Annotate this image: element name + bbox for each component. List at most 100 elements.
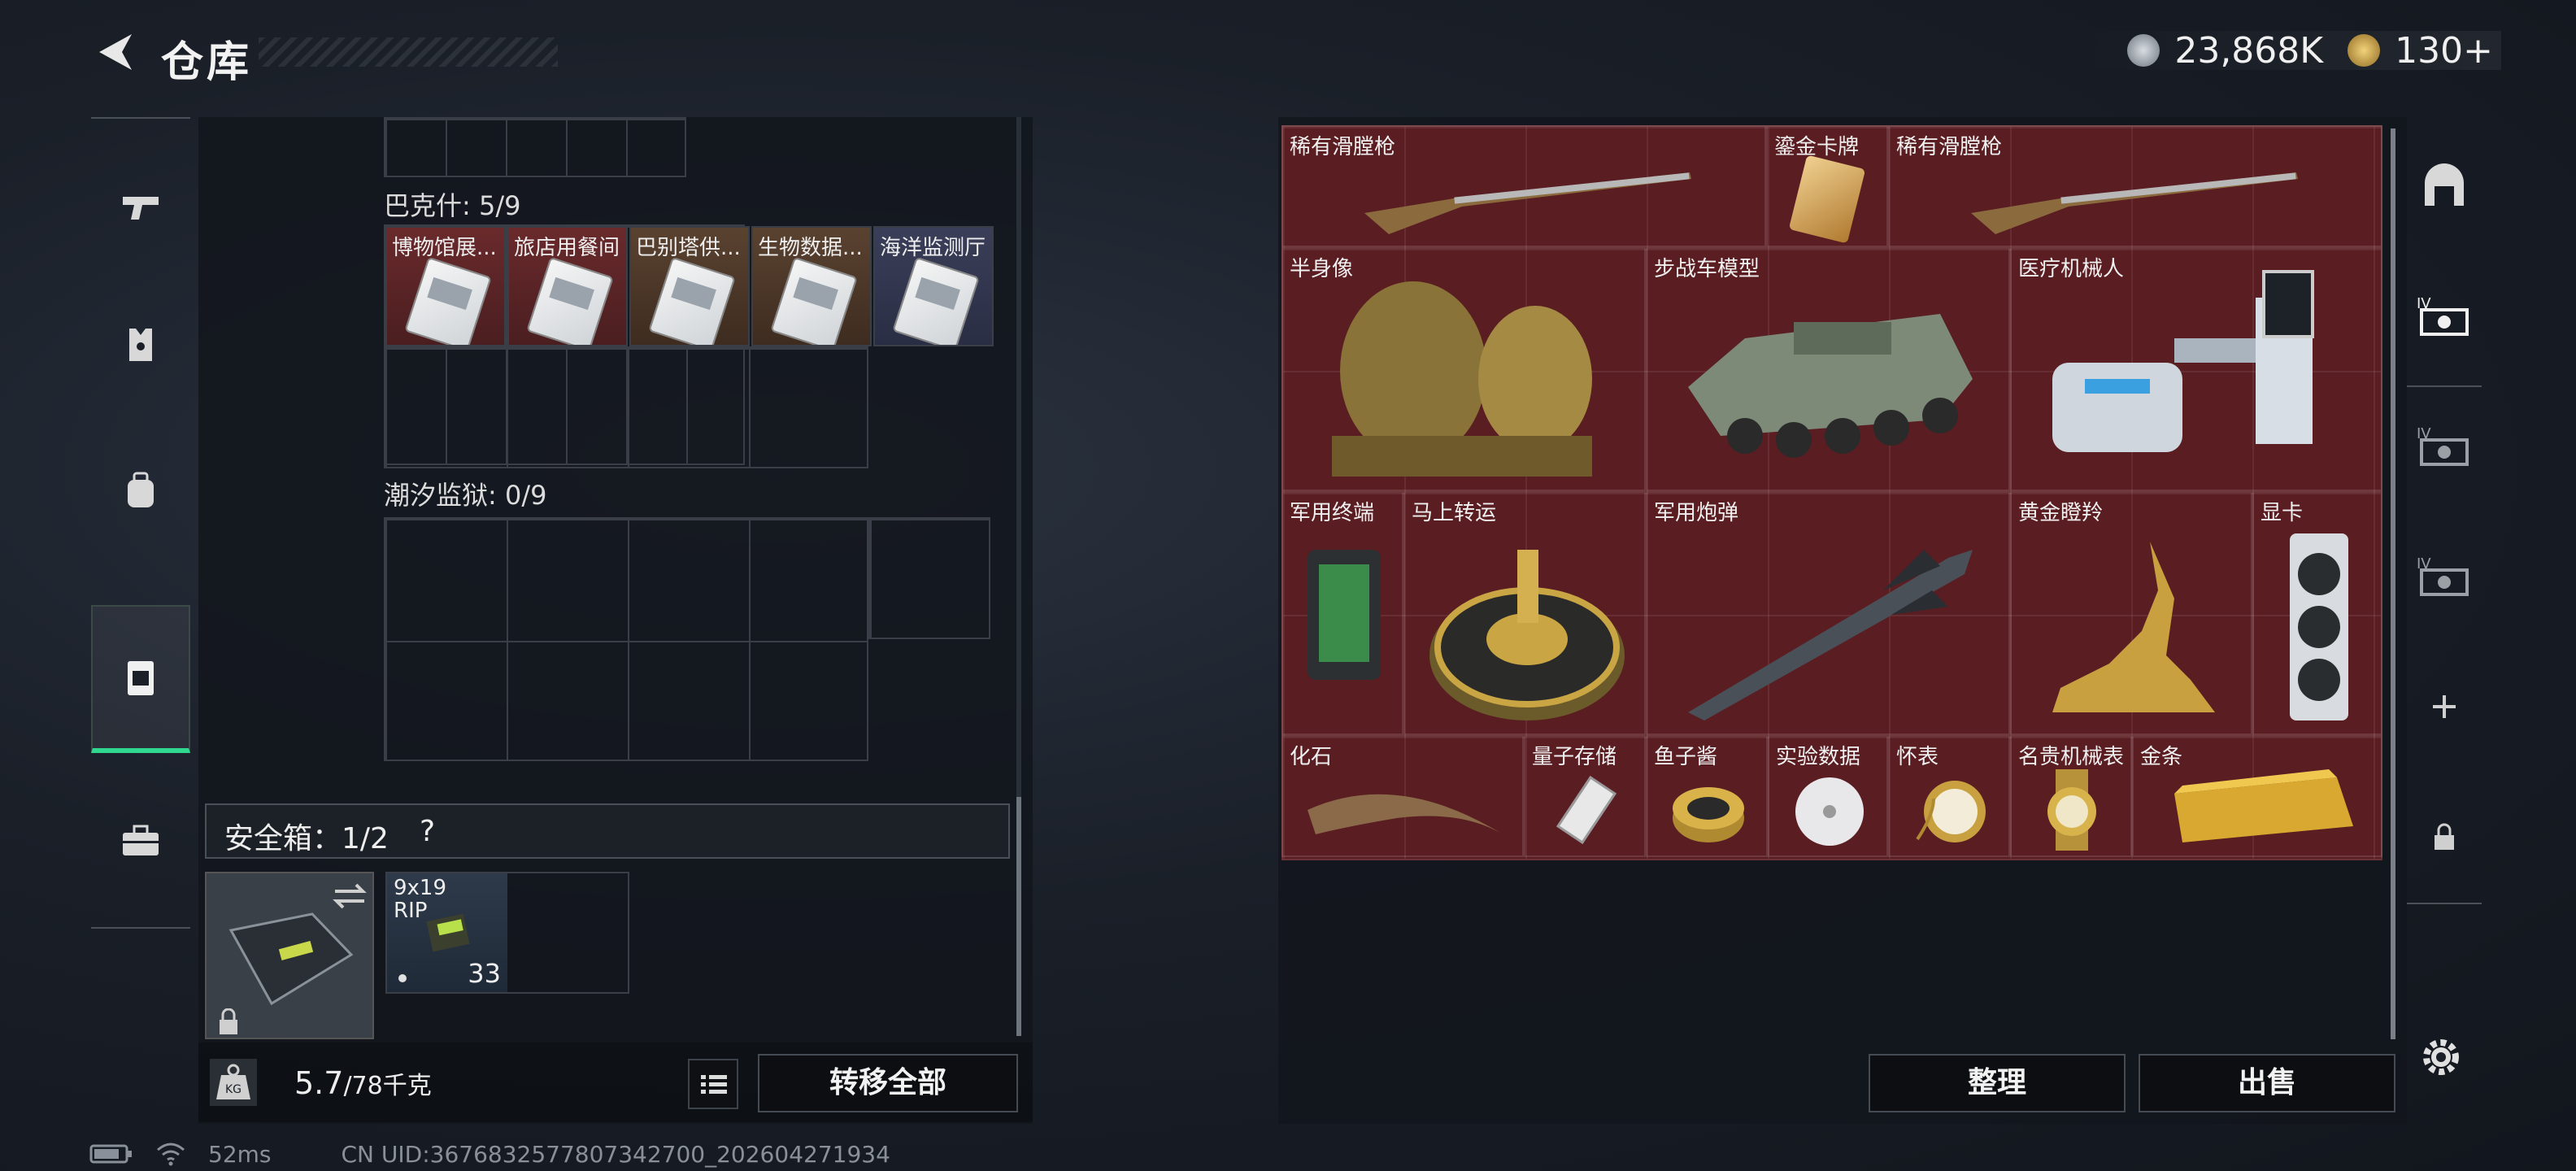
svg-text:KG: KG (225, 1083, 242, 1096)
stash-item-military-shell[interactable]: 军用炮弹 (1646, 491, 2010, 735)
weight-icon: KG (210, 1059, 257, 1106)
safe-box-grid: 9x19 RIP 33 (385, 872, 629, 994)
item-label: 生物数据... (758, 236, 863, 260)
wifi-icon (157, 1143, 185, 1166)
stash-item-military-terminal[interactable]: 军用终端 (1281, 491, 1403, 735)
keycard-icon (648, 256, 736, 345)
section-grid-tidal-prison (384, 517, 868, 761)
stash-item-ifv-model[interactable]: 步战车模型 (1646, 247, 2010, 491)
stash-item-quantum-storage[interactable]: 量子存储 (1524, 735, 1646, 857)
back-arrow-icon[interactable] (91, 29, 140, 75)
keycard-icon (892, 256, 980, 345)
keycard-icon (770, 256, 858, 345)
wristwatch-icon (2047, 769, 2096, 851)
stash-item-musket[interactable]: 稀有滑膛枪 (1888, 125, 2382, 247)
stash-item-gold-card[interactable]: 鎏金卡牌 (1766, 125, 1888, 247)
section-grid-bakshi-empty (384, 346, 868, 468)
list-view-button[interactable] (688, 1059, 738, 1109)
tab-stash-4[interactable]: IV (2407, 255, 2482, 377)
gear-icon[interactable] (2418, 1034, 2464, 1080)
currency-a-value: 23,868K (2174, 29, 2324, 72)
item-card[interactable]: 旅店用餐间 (507, 226, 628, 346)
missile-icon (1688, 550, 1973, 720)
medical-robot-icon (2052, 270, 2314, 452)
sell-button[interactable]: 出售 (2139, 1054, 2395, 1112)
nav-toolbox[interactable] (91, 768, 190, 914)
sort-button[interactable]: 整理 (1869, 1054, 2126, 1112)
item-label: 鱼子酱 (1654, 745, 1718, 769)
stash-item-gold-bar[interactable]: 金条 (2132, 735, 2382, 857)
stash-item-graphics-card[interactable]: 显卡 (2252, 491, 2382, 735)
nav-weapon[interactable] (91, 133, 190, 280)
item-label: 军用终端 (1290, 501, 1375, 525)
stash-tier-icon: IV (2417, 295, 2469, 336)
add-stash-button[interactable] (2407, 646, 2482, 768)
keycard-icon (404, 256, 492, 345)
stash-item-fossil[interactable]: 化石 (1281, 735, 1524, 857)
vest-icon (129, 329, 152, 361)
fortune-disc-icon (1429, 550, 1625, 720)
item-label: 巴别塔供... (636, 236, 741, 260)
ping-value: 52ms (208, 1140, 272, 1168)
stash-item-experiment-data[interactable]: 实验数据 (1768, 735, 1888, 857)
stash-tier-icon: IV (2417, 555, 2469, 596)
nav-backpack[interactable] (91, 418, 190, 564)
toolbox-icon (123, 825, 159, 855)
battery-icon (89, 1144, 132, 1164)
graphics-card-icon (2290, 533, 2348, 720)
item-card[interactable]: 海洋监测厅 (873, 226, 994, 346)
quality-dot (398, 974, 407, 982)
page-title: 仓库 (161, 38, 253, 87)
ifv-model-icon (1688, 314, 1973, 458)
weight-current: 5.7 (294, 1065, 344, 1101)
container-icon (128, 661, 154, 695)
left-category-nav (91, 117, 190, 930)
bust-icon (1332, 281, 1592, 477)
nav-equipment[interactable] (91, 272, 190, 418)
gold-gazelle-icon (2052, 542, 2215, 712)
uid-text: CN UID:3676832577807342700_202604271934 (341, 1140, 890, 1168)
list-icon (701, 1075, 727, 1094)
musket-icon (1971, 172, 2298, 234)
section-label-tidal-prison: 潮汐监狱: 0/9 (384, 480, 547, 511)
safe-box-slot[interactable] (205, 872, 374, 1039)
item-card[interactable]: 博物馆展... (385, 226, 506, 346)
item-label: 显卡 (2261, 501, 2304, 525)
stash-item-luxury-watch[interactable]: 名贵机械表 (2010, 735, 2132, 857)
stash-item-musket[interactable]: 稀有滑膛枪 (1281, 125, 1766, 247)
transfer-all-button[interactable]: 转移全部 (758, 1054, 1018, 1112)
currency-b-value[interactable]: 130+ (2395, 30, 2493, 72)
safe-box-label: 安全箱：1/2 (224, 822, 389, 855)
tab-stash-main[interactable] (2407, 125, 2482, 247)
currency-display: 23,868K 130+ (2078, 29, 2501, 72)
stash-item-bust[interactable]: 半身像 (1281, 247, 1646, 491)
ammo-item[interactable]: 9x19 RIP 33 (387, 873, 507, 992)
tab-stash-4c[interactable]: IV (2407, 516, 2482, 638)
stash-item-medical-robot[interactable]: 医疗机械人 (2010, 247, 2382, 491)
item-label: 黄金瞪羚 (2018, 501, 2104, 525)
item-card[interactable]: 生物数据... (751, 226, 872, 346)
caviar-tin-icon (1673, 787, 1744, 842)
item-label: 量子存储 (1532, 745, 1617, 769)
stash-item-caviar[interactable]: 鱼子酱 (1646, 735, 1768, 857)
stash-item-pocket-watch[interactable]: 怀表 (1888, 735, 2010, 857)
swap-icon[interactable] (332, 882, 368, 911)
help-icon[interactable]: ? (420, 815, 435, 848)
pocket-watch-icon (1916, 781, 1986, 842)
item-card[interactable]: 巴别塔供... (629, 226, 750, 346)
scrollbar-thumb[interactable] (1016, 797, 1021, 1036)
nav-container[interactable] (91, 605, 190, 753)
stash-scrollbar[interactable] (2391, 128, 2395, 1039)
musket-icon (1364, 172, 1691, 234)
item-label: 鎏金卡牌 (1774, 135, 1860, 159)
warehouse-icon (2425, 163, 2464, 206)
locked-stash-slot[interactable] (2407, 776, 2482, 898)
keycard-icon (526, 256, 614, 345)
plus-icon (2433, 695, 2456, 718)
item-label: 博物馆展... (392, 236, 497, 260)
stash-item-gold-gazelle[interactable]: 黄金瞪羚 (2010, 491, 2252, 735)
stash-item-fortune-disc[interactable]: 马上转运 (1403, 491, 1646, 735)
stash-tabs: IV IV IV (2407, 117, 2482, 930)
tab-stash-4b[interactable]: IV (2407, 385, 2482, 507)
section-grid-tidal-prison-extra (868, 517, 990, 639)
